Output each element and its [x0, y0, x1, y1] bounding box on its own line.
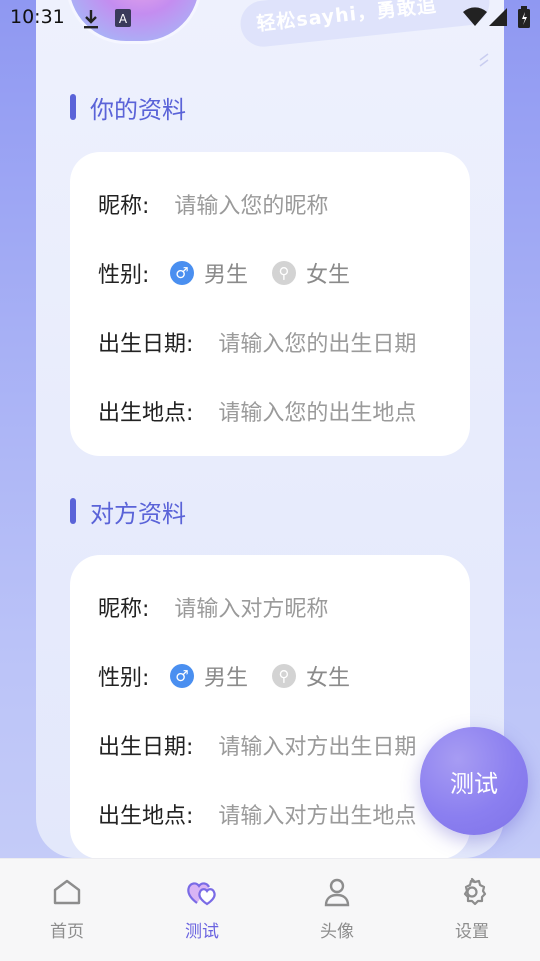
partner-birthdate-label: 出生日期:: [98, 735, 194, 760]
banner-decoration: [478, 30, 490, 80]
birthdate-field[interactable]: 出生日期: 请输入您的出生日期: [98, 326, 416, 358]
nav-label-avatar: 头像: [320, 922, 354, 942]
female-radio-icon[interactable]: ⚲: [272, 261, 296, 285]
nav-item-avatar[interactable]: 头像: [297, 877, 377, 942]
partner-gender-male-label: 男生: [204, 666, 249, 691]
birthplace-label: 出生地点:: [98, 401, 194, 426]
partner-gender-female-label: 女生: [306, 666, 351, 691]
partner-birthdate-field[interactable]: 出生日期: 请输入对方出生日期: [98, 729, 416, 761]
nav-label-home: 首页: [50, 922, 84, 942]
test-fab-button[interactable]: 测试: [420, 727, 528, 835]
birthplace-field[interactable]: 出生地点: 请输入您的出生地点: [98, 395, 416, 427]
gender-male-label: 男生: [204, 263, 249, 288]
female-radio-icon[interactable]: ⚲: [272, 664, 296, 688]
partner-birthdate-input[interactable]: 请输入对方出生日期: [218, 735, 416, 760]
nav-item-test[interactable]: 测试: [162, 877, 242, 942]
hearts-icon: [162, 877, 242, 907]
partner-nickname-label: 昵称:: [98, 597, 150, 622]
download-icon: [82, 8, 100, 34]
partner-gender-option-female[interactable]: ⚲ 女生: [272, 660, 350, 692]
status-time: 10:31: [10, 6, 65, 28]
my-profile-card: 昵称: 请输入您的昵称 性别: ♂ 男生 ⚲ 女生 出生日期: 请输入您的出生日…: [70, 152, 470, 456]
gender-option-male[interactable]: ♂ 男生: [170, 257, 248, 289]
birthdate-label: 出生日期:: [98, 332, 194, 357]
gender-option-female[interactable]: ⚲ 女生: [272, 257, 350, 289]
person-icon: [297, 877, 377, 907]
section-title-my-profile: 你的资料: [70, 90, 186, 125]
section-title-partner-profile: 对方资料: [70, 494, 186, 529]
bottom-nav: 首页 测试 头像 设置: [0, 858, 540, 961]
gender-female-label: 女生: [306, 263, 351, 288]
nav-item-home[interactable]: 首页: [27, 877, 107, 942]
status-bar: 10:31 A: [0, 0, 540, 36]
gender-label: 性别:: [98, 263, 150, 288]
gear-icon: [432, 877, 512, 907]
wifi-icon: [462, 6, 488, 32]
nickname-label: 昵称:: [98, 194, 150, 219]
partner-birthplace-field[interactable]: 出生地点: 请输入对方出生地点: [98, 798, 416, 830]
nav-label-test: 测试: [185, 922, 219, 942]
nav-label-settings: 设置: [455, 922, 489, 942]
app-notification-icon: A: [114, 8, 132, 32]
male-radio-icon[interactable]: ♂: [170, 261, 194, 285]
partner-birthplace-label: 出生地点:: [98, 804, 194, 829]
partner-birthplace-input[interactable]: 请输入对方出生地点: [218, 804, 416, 829]
birthdate-input[interactable]: 请输入您的出生日期: [218, 332, 416, 357]
partner-gender-option-male[interactable]: ♂ 男生: [170, 660, 248, 692]
nickname-input[interactable]: 请输入您的昵称: [174, 194, 328, 219]
nav-item-settings[interactable]: 设置: [432, 877, 512, 942]
battery-icon: [518, 6, 530, 32]
partner-profile-card: 昵称: 请输入对方昵称 性别: ♂ 男生 ⚲ 女生 出生日期: 请输入对方出生日…: [70, 555, 470, 859]
partner-gender-label: 性别:: [98, 666, 150, 691]
birthplace-input[interactable]: 请输入您的出生地点: [218, 401, 416, 426]
signal-icon: [488, 6, 508, 32]
nickname-field[interactable]: 昵称: 请输入您的昵称: [98, 188, 328, 220]
male-radio-icon[interactable]: ♂: [170, 664, 194, 688]
partner-nickname-field[interactable]: 昵称: 请输入对方昵称: [98, 591, 328, 623]
svg-text:A: A: [119, 12, 128, 26]
home-icon: [27, 877, 107, 907]
partner-nickname-input[interactable]: 请输入对方昵称: [174, 597, 328, 622]
